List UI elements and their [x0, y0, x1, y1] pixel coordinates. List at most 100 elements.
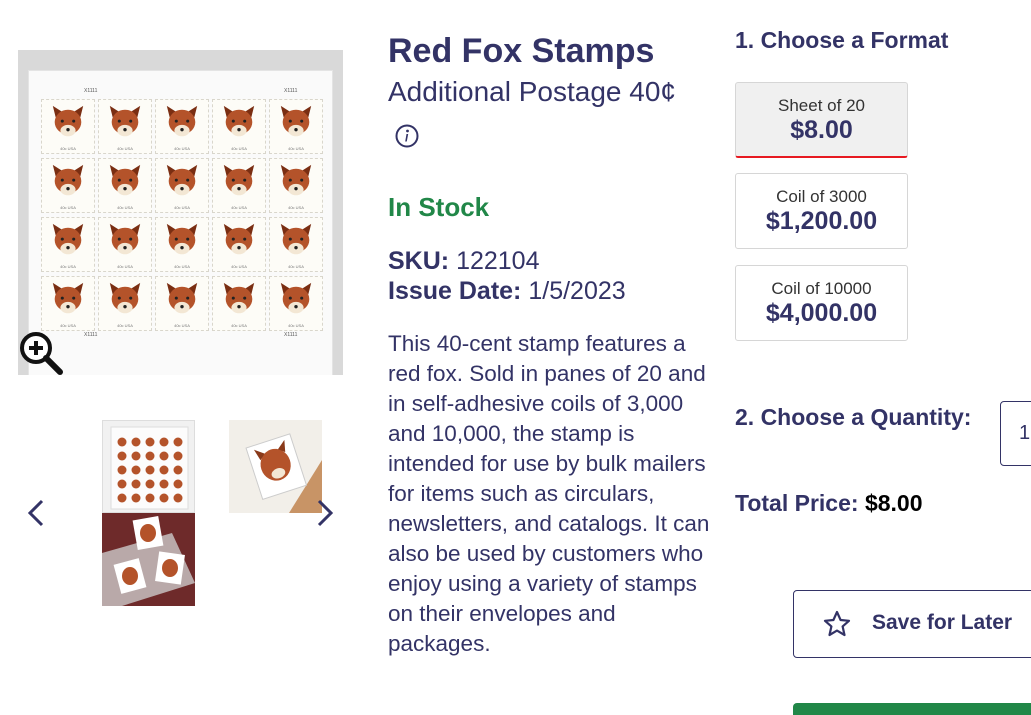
thumb-fox — [173, 437, 183, 447]
stamp-denomination: 40c USA — [60, 264, 76, 269]
stamp: 40c USA — [269, 276, 323, 331]
fox-image — [277, 281, 315, 319]
fox-image — [277, 222, 315, 260]
format-name: Sheet of 20 — [778, 96, 865, 115]
format-option-coil-10000[interactable]: Coil of 10000 $4,000.00 — [735, 265, 908, 341]
stamp-denomination: 40c USA — [174, 323, 190, 328]
thumb-fox — [145, 437, 155, 447]
stamp: 40c USA — [269, 99, 323, 154]
thumb-fox — [173, 451, 183, 461]
stamp-denomination: 40c USA — [288, 205, 304, 210]
thumb-fox — [145, 451, 155, 461]
fox-image — [106, 104, 144, 142]
stamp: 40c USA — [212, 99, 266, 154]
sheet-label: X1111 — [284, 332, 298, 338]
stamp-denomination: 40c USA — [117, 205, 133, 210]
thumb-fox — [173, 465, 183, 475]
thumb-fox — [159, 437, 169, 447]
issue-date-line: Issue Date: 1/5/2023 — [388, 277, 626, 306]
format-price: $1,200.00 — [765, 207, 878, 235]
total-price: Total Price: $8.00 — [735, 490, 923, 517]
sku-value: 122104 — [456, 247, 540, 275]
thumbnail-sheet[interactable] — [102, 420, 195, 513]
stamp: 40c USA — [41, 158, 95, 213]
sheet-label: X1111 — [284, 88, 298, 94]
thumb-fox — [117, 437, 127, 447]
fox-image — [163, 222, 201, 260]
thumb-fox — [159, 493, 169, 503]
fox-image — [220, 104, 258, 142]
stamp: 40c USA — [212, 217, 266, 272]
thumb-fox — [131, 451, 141, 461]
chevron-right-icon[interactable] — [313, 495, 337, 531]
format-name: Coil of 3000 — [776, 187, 867, 206]
thumb-fox — [131, 493, 141, 503]
info-icon[interactable] — [395, 124, 419, 148]
product-subtitle: Additional Postage 40¢ — [388, 76, 676, 107]
stamp: 40c USA — [155, 217, 209, 272]
stamp: 40c USA — [98, 276, 152, 331]
stamp: 40c USA — [98, 158, 152, 213]
thumb-fox — [131, 465, 141, 475]
sheet-label: X1111 — [84, 88, 98, 94]
stamp: 40c USA — [41, 99, 95, 154]
zoom-in-icon[interactable] — [18, 330, 64, 376]
sku-label: SKU: — [388, 247, 450, 275]
stamp-denomination: 40c USA — [174, 205, 190, 210]
thumb-fox — [145, 465, 155, 475]
fox-image — [220, 281, 258, 319]
thumb-fox — [117, 493, 127, 503]
star-outline-icon — [822, 609, 852, 639]
chevron-left-icon[interactable] — [24, 495, 48, 531]
stamp-denomination: 40c USA — [231, 205, 247, 210]
thumb-fox — [145, 493, 155, 503]
fox-image — [106, 222, 144, 260]
fox-image — [163, 281, 201, 319]
fox-image — [277, 104, 315, 142]
fox-image — [163, 104, 201, 142]
stamp-denomination: 40c USA — [60, 205, 76, 210]
fox-image — [49, 281, 87, 319]
issue-date-value: 1/5/2023 — [528, 277, 626, 305]
stamp-denomination: 40c USA — [117, 264, 133, 269]
stamp: 40c USA — [41, 276, 95, 331]
total-price-label: Total Price: — [735, 490, 859, 516]
product-main-image[interactable]: X1111 X1111 40c USA 40c USA 40c USA 40c USA… — [18, 50, 343, 375]
stamp-denomination: 40c USA — [288, 146, 304, 151]
thumb-fox — [145, 479, 155, 489]
thumb-fox — [173, 493, 183, 503]
thumb-fox — [131, 437, 141, 447]
add-to-cart-button[interactable] — [793, 703, 1031, 715]
product-description: This 40-cent stamp features a red fox. S… — [388, 331, 710, 656]
stamp: 40c USA — [155, 276, 209, 331]
fox-image — [277, 163, 315, 201]
stamp-denomination: 40c USA — [174, 146, 190, 151]
save-for-later-button[interactable]: Save for Later — [793, 590, 1031, 658]
stamp-denomination: 40c USA — [231, 264, 247, 269]
thumbnail-single-stamp[interactable] — [229, 420, 322, 513]
product-title: Red Fox Stamps — [388, 32, 655, 70]
sheet-label: X1111 — [84, 332, 98, 338]
fox-image — [106, 163, 144, 201]
stamp: 40c USA — [98, 99, 152, 154]
fox-image — [106, 281, 144, 319]
fox-image — [220, 222, 258, 260]
stamp: 40c USA — [155, 158, 209, 213]
format-price: $4,000.00 — [765, 299, 878, 327]
thumb-fox — [117, 451, 127, 461]
thumb-fox — [117, 465, 127, 475]
fox-image — [49, 104, 87, 142]
stamp: 40c USA — [269, 217, 323, 272]
fox-image — [163, 163, 201, 201]
stamp: 40c USA — [212, 158, 266, 213]
issue-date-label: Issue Date: — [388, 277, 522, 305]
stamp-denomination: 40c USA — [231, 146, 247, 151]
format-option-coil-3000[interactable]: Coil of 3000 $1,200.00 — [735, 173, 908, 249]
quantity-heading: 2. Choose a Quantity: — [735, 404, 972, 430]
quantity-input[interactable] — [1000, 401, 1031, 466]
format-option-sheet[interactable]: Sheet of 20 $8.00 — [735, 82, 908, 158]
stamp-sheet: X1111 X1111 40c USA 40c USA 40c USA 40c USA… — [28, 70, 333, 375]
thumbnail-envelopes[interactable] — [102, 513, 195, 606]
save-for-later-label: Save for Later — [872, 611, 1013, 634]
stamp-denomination: 40c USA — [60, 323, 76, 328]
